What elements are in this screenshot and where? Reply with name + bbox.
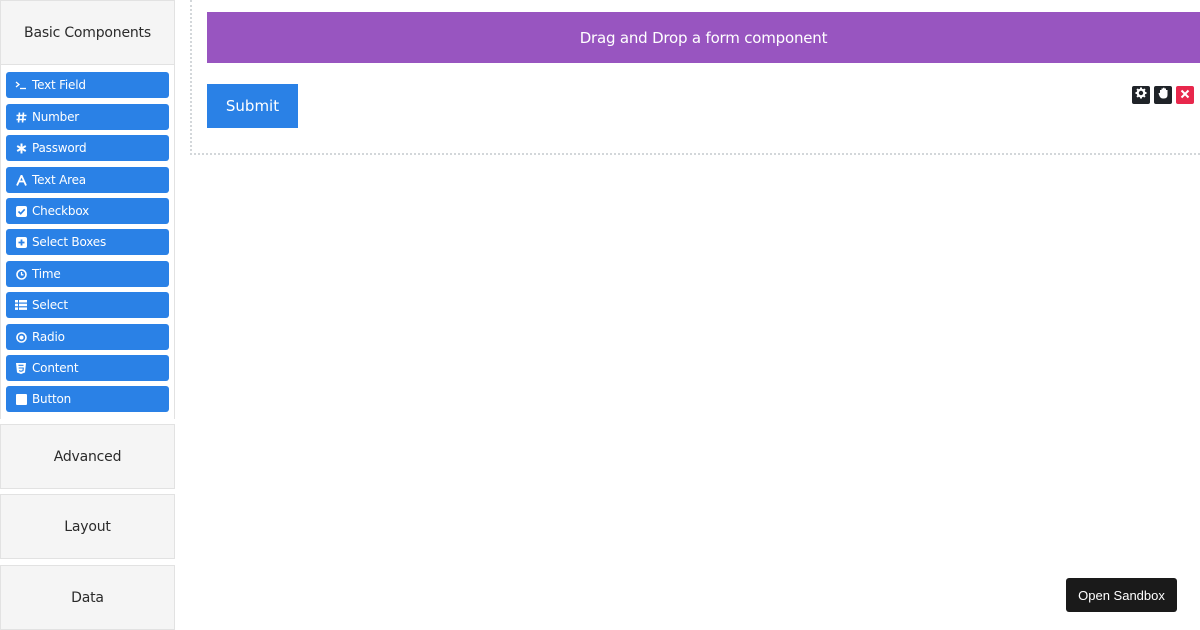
component-checkbox[interactable]: Checkbox — [6, 198, 169, 224]
component-label: Password — [32, 141, 87, 155]
component-label: Button — [32, 392, 71, 406]
component-label: Time — [32, 267, 61, 281]
data-panel[interactable]: Data — [0, 565, 175, 630]
basic-components-header[interactable]: Basic Components — [1, 1, 174, 65]
dot-circle-icon — [15, 331, 27, 343]
remove-component-button[interactable] — [1176, 86, 1194, 104]
drop-zone[interactable]: Drag and Drop a form component — [207, 12, 1200, 63]
clock-icon — [15, 268, 27, 280]
asterisk-icon — [15, 142, 27, 154]
layout-panel[interactable]: Layout — [0, 494, 175, 559]
component-select[interactable]: Select — [6, 292, 169, 318]
gear-icon — [1135, 86, 1147, 104]
advanced-header[interactable]: Advanced — [1, 425, 174, 488]
layout-header[interactable]: Layout — [1, 495, 174, 558]
component-text-field[interactable]: Text Field — [6, 72, 169, 98]
open-sandbox-button[interactable]: Open Sandbox — [1066, 578, 1177, 612]
hash-icon — [15, 111, 27, 123]
component-label: Select Boxes — [32, 235, 107, 249]
component-content[interactable]: Content — [6, 355, 169, 381]
component-label: Select — [32, 298, 68, 312]
html5-icon — [15, 362, 27, 374]
component-time[interactable]: Time — [6, 261, 169, 287]
hand-icon — [1158, 86, 1169, 104]
plus-square-icon — [15, 236, 27, 248]
advanced-panel[interactable]: Advanced — [0, 424, 175, 489]
component-label: Radio — [32, 330, 65, 344]
component-number[interactable]: Number — [6, 104, 169, 130]
component-label: Text Area — [32, 173, 86, 187]
component-label: Checkbox — [32, 204, 90, 218]
component-text-area[interactable]: Text Area — [6, 167, 169, 193]
move-component-button[interactable] — [1154, 86, 1172, 104]
data-header[interactable]: Data — [1, 566, 174, 629]
component-label: Text Field — [32, 78, 86, 92]
check-square-icon — [15, 205, 27, 217]
submit-button[interactable]: Submit — [207, 84, 298, 128]
list-icon — [15, 299, 27, 311]
close-icon — [1180, 86, 1190, 104]
component-radio[interactable]: Radio — [6, 324, 169, 350]
terminal-icon — [15, 79, 27, 91]
font-icon — [15, 174, 27, 186]
component-button[interactable]: Button — [6, 386, 169, 412]
component-label: Number — [32, 110, 80, 124]
component-select-boxes[interactable]: Select Boxes — [6, 229, 169, 255]
component-password[interactable]: Password — [6, 135, 169, 161]
stop-icon — [15, 393, 27, 405]
component-label: Content — [32, 361, 79, 375]
edit-component-button[interactable] — [1132, 86, 1150, 104]
